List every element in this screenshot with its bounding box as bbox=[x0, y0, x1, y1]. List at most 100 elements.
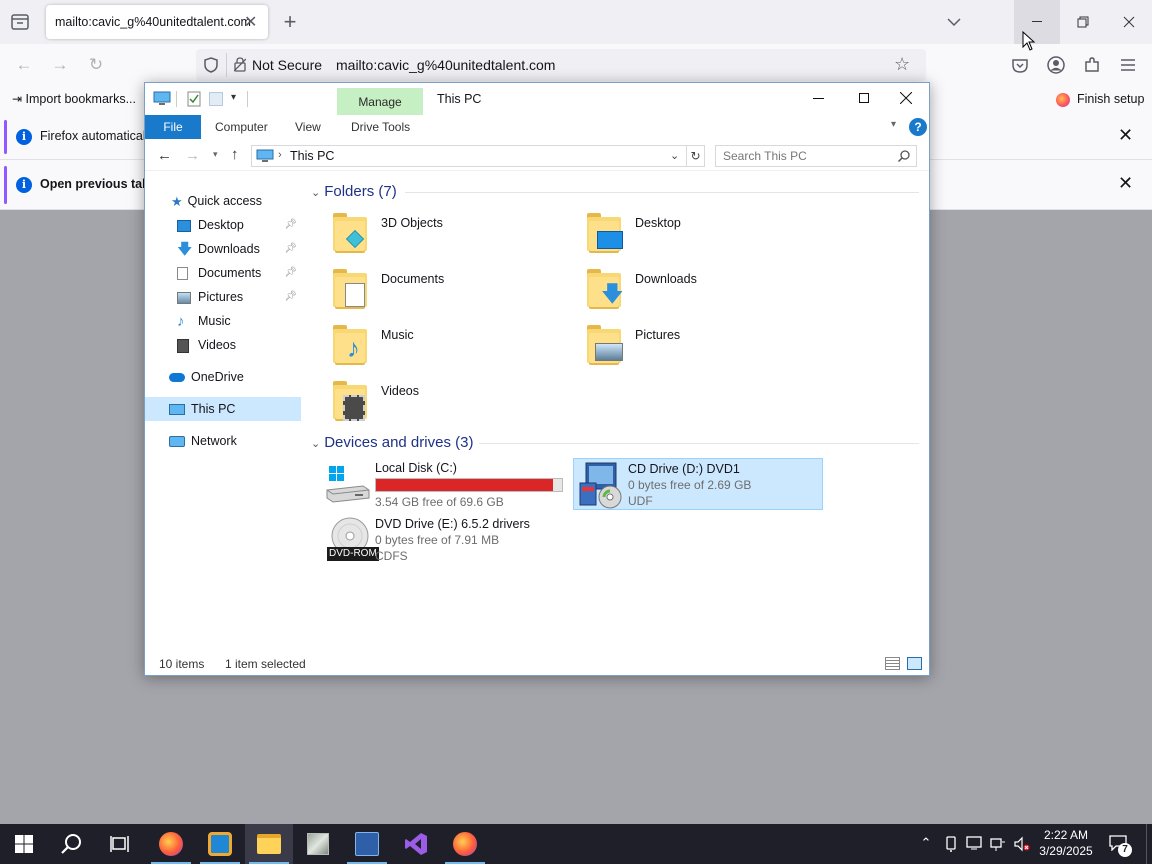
close-notification-icon[interactable]: ✕ bbox=[1118, 125, 1133, 146]
nav-music[interactable]: ♪ Music bbox=[145, 309, 301, 333]
url-bar[interactable]: Not Secure mailto:cavic_g%40unitedtalent… bbox=[196, 49, 926, 81]
explorer-minimize-button[interactable] bbox=[795, 83, 841, 115]
taskbar-file-explorer[interactable] bbox=[245, 824, 293, 864]
refresh-icon[interactable]: ↻ bbox=[687, 145, 705, 167]
large-icons-view-icon[interactable] bbox=[907, 657, 922, 670]
details-view-icon[interactable] bbox=[885, 657, 900, 670]
address-dropdown-icon[interactable]: ⌄ bbox=[670, 149, 679, 162]
explorer-close-button[interactable] bbox=[885, 83, 929, 115]
new-tab-icon[interactable]: + bbox=[275, 7, 305, 37]
network-icon[interactable] bbox=[990, 836, 1006, 852]
volume-muted-icon[interactable] bbox=[1014, 836, 1030, 852]
pin-icon[interactable]: 📌︎ bbox=[284, 213, 297, 237]
address-bar[interactable]: › This PC ⌄ bbox=[251, 145, 687, 167]
pin-icon[interactable]: 📌︎ bbox=[284, 261, 297, 285]
action-center-button[interactable]: 7 bbox=[1106, 832, 1132, 857]
new-folder-icon[interactable] bbox=[209, 92, 223, 106]
pocket-icon[interactable] bbox=[1005, 50, 1035, 80]
up-arrow-icon[interactable]: ↑ bbox=[231, 146, 239, 163]
folder-name: Videos bbox=[381, 384, 419, 398]
drive-cd-d[interactable]: CD Drive (D:) DVD1 0 bytes free of 2.69 … bbox=[573, 458, 823, 510]
lock-slash-icon[interactable] bbox=[234, 57, 246, 72]
back-arrow-icon[interactable]: ← bbox=[9, 50, 39, 80]
reload-icon[interactable]: ↻ bbox=[81, 50, 111, 80]
show-desktop-button[interactable] bbox=[1146, 824, 1152, 864]
folder-music[interactable]: ♪ Music bbox=[329, 323, 579, 373]
tracking-shield-icon[interactable] bbox=[204, 57, 218, 73]
url-text[interactable]: mailto:cavic_g%40unitedtalent.com bbox=[336, 57, 555, 73]
restore-window-button[interactable] bbox=[1060, 0, 1106, 44]
recent-locations-chevron-icon[interactable]: ▾ bbox=[213, 149, 218, 160]
file-explorer-window[interactable]: ▾ Manage This PC File Computer View Driv… bbox=[144, 82, 930, 676]
extensions-icon[interactable] bbox=[1077, 50, 1107, 80]
taskbar-firefox-2[interactable] bbox=[441, 824, 489, 864]
folders-group-header[interactable]: ⌄ Folders (7) bbox=[311, 183, 397, 200]
devices-group-header[interactable]: ⌄ Devices and drives (3) bbox=[311, 434, 473, 451]
breadcrumb-separator-icon[interactable]: › bbox=[278, 149, 282, 161]
tab-drive-tools[interactable]: Drive Tools bbox=[351, 115, 410, 139]
manage-context-tab[interactable]: Manage bbox=[337, 88, 423, 116]
list-tabs-chevron-icon[interactable] bbox=[939, 7, 969, 37]
close-window-button[interactable] bbox=[1106, 0, 1152, 44]
forward-arrow-icon[interactable]: → bbox=[45, 50, 75, 80]
drive-dvd-e[interactable]: DVD-ROM DVD Drive (E:) 6.5.2 drivers 0 b… bbox=[321, 514, 569, 566]
taskbar-visual-studio[interactable] bbox=[392, 824, 440, 864]
nav-documents[interactable]: Documents 📌︎ bbox=[145, 261, 301, 285]
tab-computer[interactable]: Computer bbox=[215, 115, 268, 139]
search-box[interactable]: Search This PC bbox=[715, 145, 917, 167]
devices-header-label: Devices and drives (3) bbox=[324, 434, 474, 451]
nav-this-pc[interactable]: This PC bbox=[145, 397, 301, 421]
nav-onedrive[interactable]: OneDrive bbox=[145, 365, 301, 389]
security-label[interactable]: Not Secure bbox=[252, 57, 322, 73]
nav-pictures[interactable]: Pictures 📌︎ bbox=[145, 285, 301, 309]
folder-pictures[interactable]: Pictures bbox=[583, 323, 833, 373]
nav-downloads[interactable]: 🡇︎ Downloads 📌︎ bbox=[145, 237, 301, 261]
document-icon bbox=[177, 267, 188, 281]
nav-network[interactable]: Network bbox=[145, 429, 301, 453]
taskbar-search-button[interactable] bbox=[48, 824, 96, 864]
show-hidden-icons-chevron-icon[interactable]: ⌃ bbox=[918, 835, 934, 851]
tray-remote-icon[interactable] bbox=[966, 836, 982, 852]
browser-tab-active[interactable]: mailto:cavic_g%40unitedtalent.com ✕ bbox=[46, 5, 268, 39]
taskbar-app-map[interactable] bbox=[294, 824, 342, 864]
tray-device-icon[interactable] bbox=[943, 836, 959, 852]
close-tab-icon[interactable]: ✕ bbox=[244, 12, 257, 32]
back-arrow-icon[interactable]: ← bbox=[157, 147, 172, 164]
nav-desktop[interactable]: Desktop 📌︎ bbox=[145, 213, 301, 237]
start-button[interactable] bbox=[0, 824, 48, 864]
nav-quick-access[interactable]: ★ Quick access bbox=[145, 189, 301, 213]
import-bookmarks-button[interactable]: ⇥ Import bookmarks... bbox=[12, 92, 136, 106]
taskbar-clock[interactable]: 2:22 AM 3/29/2025 bbox=[1036, 827, 1096, 859]
hamburger-menu-icon[interactable] bbox=[1113, 50, 1143, 80]
minimize-window-button[interactable] bbox=[1014, 0, 1060, 44]
taskbar-firefox[interactable] bbox=[147, 824, 195, 864]
tab-file[interactable]: File bbox=[145, 115, 201, 139]
folder-documents[interactable]: Documents bbox=[329, 267, 579, 317]
task-view-button[interactable] bbox=[96, 824, 144, 864]
folder-3d-objects[interactable]: 3D Objects bbox=[329, 211, 579, 261]
help-icon[interactable]: ? bbox=[909, 118, 927, 136]
finish-setup-button[interactable]: Finish setup bbox=[1056, 92, 1144, 107]
account-icon[interactable] bbox=[1041, 50, 1071, 80]
pin-icon[interactable]: 📌︎ bbox=[284, 285, 297, 309]
folder-downloads[interactable]: 🡇︎ Downloads bbox=[583, 267, 833, 317]
forward-arrow-icon[interactable]: → bbox=[185, 147, 200, 164]
breadcrumb-this-pc[interactable]: This PC bbox=[290, 149, 334, 163]
taskbar-remote-app[interactable] bbox=[196, 824, 244, 864]
explorer-title-bar[interactable]: ▾ Manage This PC bbox=[145, 83, 929, 116]
nav-label: Downloads bbox=[198, 242, 260, 256]
tab-view[interactable]: View bbox=[295, 115, 321, 139]
folder-videos[interactable]: Videos bbox=[329, 379, 579, 429]
bookmark-star-icon[interactable]: ☆ bbox=[894, 54, 910, 75]
close-notification-icon[interactable]: ✕ bbox=[1118, 173, 1133, 194]
explorer-maximize-button[interactable] bbox=[841, 83, 887, 115]
nav-videos[interactable]: Videos bbox=[145, 333, 301, 357]
properties-icon[interactable] bbox=[187, 91, 201, 107]
taskbar-setup[interactable] bbox=[343, 824, 391, 864]
tab-overview-icon[interactable] bbox=[5, 7, 35, 37]
ribbon-expand-chevron-icon[interactable]: ▾ bbox=[891, 119, 896, 130]
pin-icon[interactable]: 📌︎ bbox=[284, 237, 297, 261]
drive-local-disk-c[interactable]: Local Disk (C:) 3.54 GB free of 69.6 GB bbox=[321, 458, 569, 510]
folder-desktop[interactable]: Desktop bbox=[583, 211, 833, 261]
qat-dropdown-icon[interactable]: ▾ bbox=[231, 92, 236, 103]
